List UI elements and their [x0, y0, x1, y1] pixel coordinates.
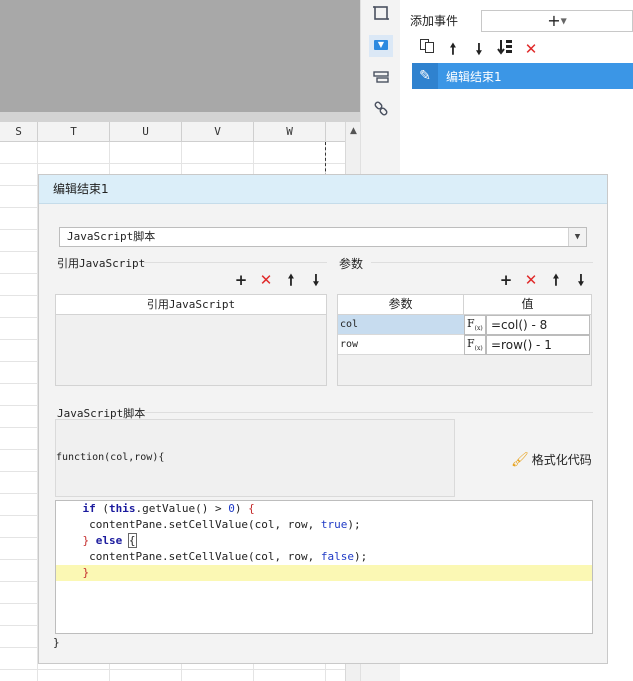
column-headers: S T U V W [0, 122, 345, 142]
param-name[interactable]: col [338, 315, 464, 335]
edit-pencil-icon: ✎ [412, 63, 438, 89]
code-line: contentPane.setCellValue(col, row, true)… [56, 518, 361, 531]
params-header-value: 值 [464, 295, 591, 315]
ref-add-icon[interactable]: + [232, 271, 250, 289]
brush-icon: 🖌 [511, 452, 529, 468]
params-table: 参数 值 col F(x) =col() - 8 row F(x) =row()… [337, 294, 592, 386]
function-closing-brace: } [53, 636, 60, 649]
ref-js-section-label: 引用JavaScript [57, 257, 146, 270]
layers-icon[interactable] [371, 68, 391, 88]
add-event-plus: + [547, 11, 561, 30]
param-add-icon[interactable]: + [497, 271, 515, 289]
function-signature: function(col,row){ [56, 452, 165, 463]
code-editor[interactable]: if (this.getValue() > 0) { contentPane.s… [55, 500, 593, 634]
column-header-v[interactable]: V [182, 122, 254, 142]
event-list-item[interactable]: ✎ 编辑结束1 [412, 63, 633, 89]
copy-icon[interactable] [416, 38, 438, 60]
code-line: if (this.getValue() > 0) { [82, 502, 255, 515]
column-header-w[interactable]: W [254, 122, 326, 142]
sheet-band [0, 112, 360, 122]
chevron-down-icon: ▼ [560, 16, 567, 26]
script-type-value: JavaScript脚本 [67, 230, 156, 243]
crop-icon[interactable] [371, 4, 391, 24]
delete-icon[interactable]: ✕ [520, 38, 542, 60]
edit-event-dialog: 编辑结束1 JavaScript脚本 ▼ 引用JavaScript + ✕ 🠕 … [38, 174, 608, 664]
sheet-gray-area [0, 0, 360, 112]
ref-down-icon[interactable]: 🠗 [307, 271, 325, 289]
param-value[interactable]: =row() - 1 [486, 335, 590, 355]
chevron-down-icon[interactable]: ▼ [568, 228, 586, 246]
dialog-title: 编辑结束1 [39, 175, 607, 204]
param-name[interactable]: row [338, 335, 464, 355]
ref-js-table[interactable]: 引用JavaScript [55, 294, 327, 386]
add-event-label: 添加事件 [410, 14, 459, 28]
sort-down-icon[interactable] [494, 38, 516, 60]
add-event-dropdown[interactable]: +▼ [481, 10, 633, 32]
event-item-label: 编辑结束1 [446, 70, 502, 84]
param-row[interactable]: row F(x) =row() - 1 [338, 335, 591, 355]
param-delete-icon[interactable]: ✕ [522, 271, 540, 289]
event-panel-icon[interactable]: ▼ [369, 35, 393, 57]
param-row[interactable]: col F(x) =col() - 8 [338, 315, 591, 335]
code-line: contentPane.setCellValue(col, row, false… [56, 550, 368, 563]
params-header-name: 参数 [338, 295, 464, 315]
formula-icon[interactable]: F(x) [464, 315, 486, 335]
format-code-button[interactable]: 🖌 格式化代码 [511, 451, 592, 471]
column-header-s[interactable]: S [0, 122, 38, 142]
script-type-select[interactable]: JavaScript脚本 ▼ [59, 227, 587, 247]
column-header-u[interactable]: U [110, 122, 182, 142]
code-line: } [56, 565, 592, 581]
ref-up-icon[interactable]: 🠕 [282, 271, 300, 289]
ref-delete-icon[interactable]: ✕ [257, 271, 275, 289]
code-line: } else { [82, 533, 137, 548]
ref-js-column-header: 引用JavaScript [56, 295, 326, 315]
formula-icon[interactable]: F(x) [464, 335, 486, 355]
arrow-up-icon[interactable]: 🠕 [442, 38, 464, 60]
format-code-label: 格式化代码 [531, 453, 592, 467]
param-up-icon[interactable]: 🠕 [547, 271, 565, 289]
column-header-t[interactable]: T [38, 122, 110, 142]
link-icon[interactable] [371, 100, 391, 120]
scroll-up-icon[interactable]: ▲ [346, 122, 361, 140]
arrow-down-icon[interactable]: 🠗 [468, 38, 490, 60]
param-value[interactable]: =col() - 8 [486, 315, 590, 335]
param-down-icon[interactable]: 🠗 [572, 271, 590, 289]
params-section-label: 参数 [339, 257, 364, 271]
